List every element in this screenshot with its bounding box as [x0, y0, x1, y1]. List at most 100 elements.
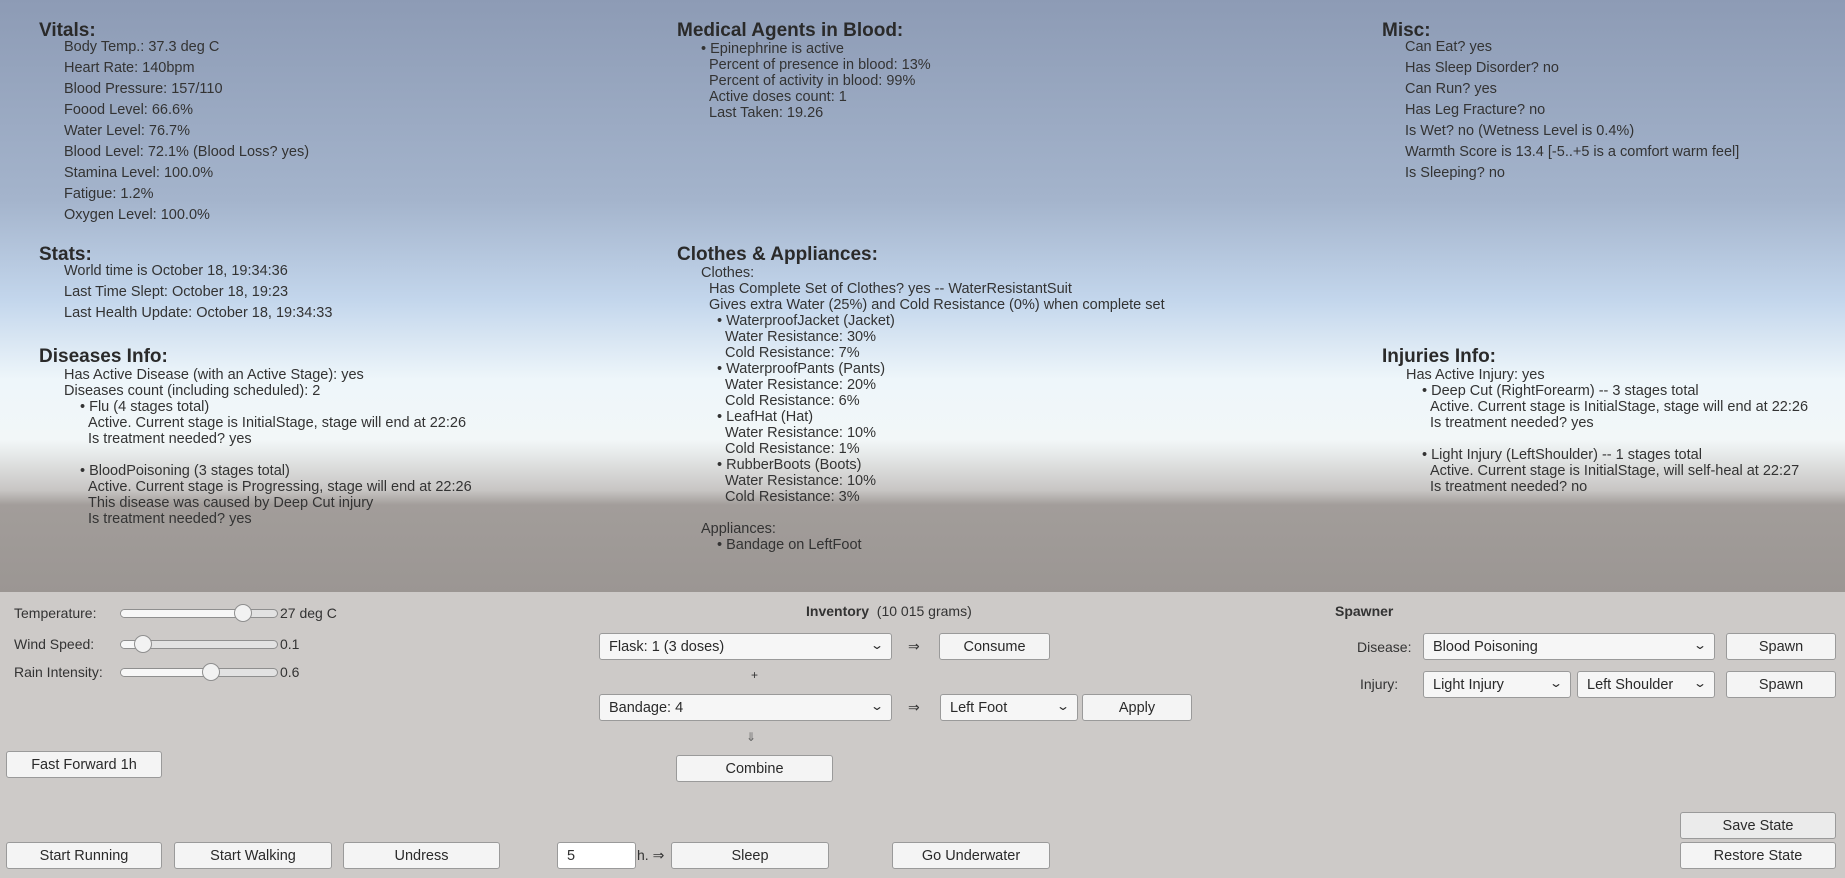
misc-item: Warmth Score is 13.4 [-5..+5 is a comfor…: [1405, 144, 1740, 160]
vital-item: Body Temp.: 37.3 deg C: [64, 39, 220, 55]
disease-line: Is treatment needed? yes: [88, 431, 252, 447]
spawner-title: Spawner: [1335, 603, 1394, 619]
inventory-weight: (10 015 grams): [876, 603, 972, 619]
slider-value: 27 deg C: [280, 605, 337, 621]
appliances-label: Appliances:: [701, 521, 776, 537]
clothing-item: • RubberBoots (Boots): [717, 457, 862, 473]
arrow-icon: ⇒: [908, 638, 920, 654]
injury-label: Injury:: [1360, 676, 1399, 692]
stats-section: Stats: World time is October 18, 19:34:3…: [39, 244, 332, 324]
body-part-value: Left Foot: [950, 699, 1008, 716]
fast-forward-button[interactable]: Fast Forward 1h: [6, 751, 162, 778]
clothing-water-resistance: Water Resistance: 10%: [725, 473, 876, 489]
injury-type-value: Light Injury: [1433, 676, 1504, 693]
inventory-header: Inventory (10 015 grams): [806, 603, 972, 619]
appliance-item: • Bandage on LeftFoot: [717, 537, 862, 553]
disease-line: Has Active Disease (with an Active Stage…: [64, 367, 364, 383]
vitals-section: Vitals: Body Temp.: 37.3 deg C Heart Rate…: [39, 20, 309, 226]
clothing-cold-resistance: Cold Resistance: 6%: [725, 393, 860, 409]
combine-button[interactable]: Combine: [676, 755, 833, 782]
vital-item: Fatigue: 1.2%: [64, 186, 154, 202]
injury-part-select[interactable]: Left Shoulder ⌄: [1577, 671, 1715, 698]
injury-type-select[interactable]: Light Injury ⌄: [1423, 671, 1571, 698]
disease-line: This disease was caused by Deep Cut inju…: [88, 495, 374, 511]
injuries-title: Injuries Info:: [1382, 346, 1496, 367]
vital-item: Heart Rate: 140bpm: [64, 60, 195, 76]
slider-label: Temperature:: [14, 605, 97, 621]
medical-title: Medical Agents in Blood:: [677, 20, 904, 41]
medical-section: Medical Agents in Blood: • Epinephrine i…: [677, 20, 931, 121]
chevron-down-icon: ⌄: [1692, 676, 1708, 690]
slider-fill: [121, 610, 243, 617]
apply-button[interactable]: Apply: [1082, 694, 1192, 721]
misc-section: Misc: Can Eat? yes Has Sleep Disorder? no…: [1382, 20, 1739, 184]
body-part-select[interactable]: Left Foot ⌄: [940, 694, 1078, 721]
inventory-title: Inventory: [806, 603, 870, 619]
item2-value: Bandage: 4: [609, 699, 684, 716]
clothes-line: Has Complete Set of Clothes? yes -- Wate…: [709, 281, 1072, 297]
sleep-hours-suffix: h. ⇒: [637, 847, 665, 863]
clothing-cold-resistance: Cold Resistance: 1%: [725, 441, 860, 457]
spawn-disease-button[interactable]: Spawn: [1726, 633, 1836, 660]
slider-thumb[interactable]: [233, 604, 252, 622]
start-walking-button[interactable]: Start Walking: [174, 842, 332, 869]
clothes-section: Clothes & Appliances: Clothes: Has Compl…: [677, 244, 1165, 553]
disease-line: Is treatment needed? yes: [88, 511, 252, 527]
clothes-title: Clothes & Appliances:: [677, 244, 878, 265]
chevron-down-icon: ⌄: [1692, 638, 1708, 652]
slider-value: 0.6: [280, 664, 300, 680]
injury-name: • Deep Cut (RightForearm) -- 3 stages to…: [1422, 383, 1699, 399]
spawn-injury-button[interactable]: Spawn: [1726, 671, 1836, 698]
vital-item: Blood Level: 72.1% (Blood Loss? yes): [64, 144, 310, 160]
start-running-button[interactable]: Start Running: [6, 842, 162, 869]
save-state-button[interactable]: Save State: [1680, 812, 1836, 839]
vital-item: Stamina Level: 100.0%: [64, 165, 214, 181]
disease-value: Blood Poisoning: [1433, 638, 1538, 655]
disease-label: Disease:: [1357, 639, 1412, 655]
sleep-hours-input[interactable]: 5: [557, 842, 636, 869]
misc-item: Is Sleeping? no: [1405, 165, 1505, 181]
stat-item: World time is October 18, 19:34:36: [64, 263, 288, 279]
agent-line: Percent of activity in blood: 99%: [709, 73, 916, 89]
disease-line: Diseases count (including scheduled): 2: [64, 383, 321, 399]
slider-value: 0.1: [280, 636, 300, 652]
misc-item: Has Sleep Disorder? no: [1405, 60, 1559, 76]
clothes-line: Gives extra Water (25%) and Cold Resista…: [709, 297, 1165, 313]
injury-line: Active. Current stage is InitialStage, w…: [1430, 463, 1800, 479]
slider-1[interactable]: [120, 635, 278, 653]
injury-part-value: Left Shoulder: [1587, 676, 1674, 693]
vital-item: Foood Level: 66.6%: [64, 102, 193, 118]
down-arrow-icon: ⇓: [746, 730, 757, 744]
slider-2[interactable]: [120, 663, 278, 681]
inventory-item2-select[interactable]: Bandage: 4 ⌄: [599, 694, 892, 721]
disease-select[interactable]: Blood Poisoning ⌄: [1423, 633, 1715, 660]
consume-button[interactable]: Consume: [939, 633, 1050, 660]
stat-item: Last Health Update: October 18, 19:34:33: [64, 305, 333, 321]
slider-0[interactable]: [120, 604, 278, 622]
injury-line: Is treatment needed? no: [1430, 479, 1588, 495]
inventory-item1-select[interactable]: Flask: 1 (3 doses) ⌄: [599, 633, 892, 660]
misc-item: Can Eat? yes: [1405, 39, 1493, 55]
clothing-item: • WaterproofJacket (Jacket): [717, 313, 895, 329]
slider-thumb[interactable]: [133, 635, 152, 653]
chevron-down-icon: ⌄: [1055, 699, 1071, 713]
undress-button[interactable]: Undress: [343, 842, 500, 869]
injury-name: • Light Injury (LeftShoulder) -- 1 stage…: [1422, 447, 1702, 463]
agent-line: Last Taken: 19.26: [709, 105, 824, 121]
plus-icon: +: [751, 668, 759, 682]
restore-state-button[interactable]: Restore State: [1680, 842, 1836, 869]
disease-line: Active. Current stage is InitialStage, s…: [88, 415, 467, 431]
clothes-label: Clothes:: [701, 265, 755, 281]
clothing-water-resistance: Water Resistance: 20%: [725, 377, 876, 393]
sleep-button[interactable]: Sleep: [671, 842, 829, 869]
diseases-section: Diseases Info: Has Active Disease (with …: [39, 346, 472, 527]
clothing-water-resistance: Water Resistance: 30%: [725, 329, 876, 345]
arrow-icon: ⇒: [908, 699, 920, 715]
agent-name: • Epinephrine is active: [701, 41, 844, 57]
vital-item: Water Level: 76.7%: [64, 123, 190, 139]
misc-item: Is Wet? no (Wetness Level is 0.4%): [1405, 123, 1635, 139]
go-underwater-button[interactable]: Go Underwater: [892, 842, 1050, 869]
slider-label: Rain Intensity:: [14, 664, 103, 680]
injury-line: Active. Current stage is InitialStage, s…: [1430, 399, 1809, 415]
clothing-cold-resistance: Cold Resistance: 7%: [725, 345, 860, 361]
